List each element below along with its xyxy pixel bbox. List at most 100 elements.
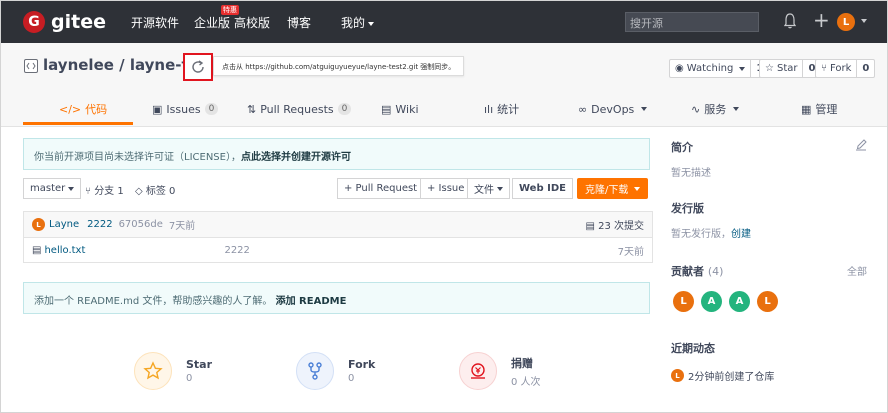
tab-code-label: 代码 bbox=[85, 103, 108, 116]
file-name[interactable]: hello.txt bbox=[44, 245, 224, 256]
intro-text: 暂无描述 bbox=[671, 168, 711, 179]
chevron-down-icon bbox=[634, 186, 641, 191]
tab-stats[interactable]: ılı 统计 bbox=[484, 93, 519, 125]
tab-pull-requests[interactable]: ⇅ Pull Requests 0 bbox=[247, 93, 352, 125]
nav-open-source[interactable]: 开源软件 bbox=[131, 14, 179, 31]
nav-education[interactable]: 高校版 bbox=[234, 14, 270, 31]
donate-stat-icon bbox=[459, 352, 497, 390]
nav-blog[interactable]: 博客 bbox=[287, 14, 311, 31]
branch-icon: ⑂ bbox=[85, 186, 95, 197]
file-commit-message[interactable]: 2222 bbox=[224, 245, 249, 256]
tab-stats-label: 统计 bbox=[497, 103, 520, 116]
sync-icon bbox=[192, 60, 204, 73]
commit-total-label: 23 次提交 bbox=[598, 221, 644, 232]
donate-stat-value: 0 人次 bbox=[511, 376, 541, 388]
star-label: Star bbox=[776, 63, 798, 74]
activity-item: L 2分钟前创建了仓库 bbox=[671, 368, 774, 383]
license-text: 你当前开源项目尚未选择许可证（LICENSE）， bbox=[34, 152, 241, 163]
readme-notice: 添加一个 README.md 文件，帮助感兴趣的人了解。 添加 README bbox=[23, 282, 650, 314]
bell-icon[interactable] bbox=[784, 13, 796, 29]
latest-commit-row: L Layne 2222 67056de 7天前 ▤ 23 次提交 bbox=[24, 212, 652, 238]
branch-select[interactable]: master bbox=[23, 178, 82, 199]
tab-manage[interactable]: ▦ 管理 bbox=[801, 93, 837, 125]
commit-hash[interactable]: 67056de bbox=[119, 219, 163, 230]
license-link[interactable]: 点此选择并创建开源许可 bbox=[241, 152, 351, 163]
activity-avatar[interactable]: L bbox=[671, 369, 684, 382]
star-stat[interactable]: Star 0 bbox=[134, 351, 212, 391]
tab-wiki-label: Wiki bbox=[395, 102, 419, 116]
donate-stat[interactable]: 捐赠 0 人次 bbox=[459, 351, 541, 391]
clone-download-label: 克隆/下载 bbox=[585, 185, 629, 196]
intro-title: 简介 bbox=[671, 141, 693, 154]
commit-time: 7天前 bbox=[168, 221, 196, 232]
pull-request-icon: ⇅ bbox=[247, 102, 257, 116]
commit-message[interactable]: 2222 bbox=[87, 219, 112, 230]
chevron-down-icon bbox=[739, 66, 746, 71]
contributor-avatar[interactable]: A bbox=[701, 291, 722, 312]
tab-wiki[interactable]: ▤ Wiki bbox=[381, 93, 419, 125]
star-button[interactable]: ☆ Star 0 bbox=[759, 59, 822, 78]
clone-download-button[interactable]: 克隆/下载 bbox=[577, 178, 649, 199]
watching-button[interactable]: ◉Watching 1 bbox=[669, 59, 770, 78]
tab-issues[interactable]: ▣ Issues 0 bbox=[152, 93, 219, 125]
new-pull-request-button[interactable]: + Pull Request bbox=[337, 178, 425, 199]
chevron-down-icon bbox=[497, 186, 503, 191]
pulse-icon: ∿ bbox=[691, 102, 701, 116]
readme-text: 添加一个 README.md 文件，帮助感兴趣的人了解。 bbox=[34, 296, 273, 307]
fork-stat-title: Fork bbox=[348, 358, 376, 371]
eye-icon: ◉ bbox=[675, 63, 684, 74]
tab-devops[interactable]: ∞ DevOps bbox=[578, 93, 648, 125]
tags-link[interactable]: ◇ 标签 0 bbox=[135, 182, 175, 197]
plus-icon[interactable]: + bbox=[813, 10, 830, 30]
commit-total[interactable]: ▤ 23 次提交 bbox=[585, 217, 644, 232]
star-stat-value: 0 bbox=[186, 373, 193, 384]
web-ide-button[interactable]: Web IDE bbox=[512, 178, 573, 199]
chevron-down-icon bbox=[368, 21, 375, 26]
search-input[interactable]: 搜开源 bbox=[625, 12, 759, 32]
nav-mine[interactable]: 我的 bbox=[341, 14, 375, 31]
fork-stat[interactable]: Fork 0 bbox=[296, 351, 375, 391]
manage-icon: ▦ bbox=[801, 102, 812, 116]
code-icon: </> bbox=[59, 102, 82, 116]
contributors-title-label: 贡献者 bbox=[671, 265, 704, 278]
watching-label: Watching bbox=[686, 63, 734, 74]
fork-count: 0 bbox=[856, 60, 874, 77]
fork-button[interactable]: ⑂ Fork 0 bbox=[815, 59, 876, 78]
donate-stat-title: 捐赠 bbox=[511, 356, 533, 370]
create-release-link[interactable]: 创建 bbox=[731, 229, 751, 240]
release-empty-text: 暂无发行版， bbox=[671, 229, 731, 240]
avatar-chevron-down-icon[interactable] bbox=[861, 19, 867, 23]
repo-header: laynelee / layne-test2 点击从 https://githu… bbox=[1, 43, 887, 127]
add-readme-link[interactable]: 添加 README bbox=[276, 296, 347, 307]
file-menu-button[interactable]: 文件 bbox=[467, 178, 510, 199]
tab-services[interactable]: ∿ 服务 bbox=[691, 93, 740, 125]
chevron-down-icon bbox=[733, 107, 740, 111]
commit-author-avatar[interactable]: L bbox=[32, 218, 45, 231]
tab-code[interactable]: </> 代码 bbox=[59, 93, 107, 125]
file-row: ▤ hello.txt 2222 7天前 bbox=[24, 238, 652, 263]
contributors-all-link[interactable]: 全部 bbox=[847, 263, 867, 278]
contributor-avatar[interactable]: L bbox=[673, 291, 694, 312]
repo-tabs: </> 代码 ▣ Issues 0 ⇅ Pull Requests 0 ▤ Wiki ılı… bbox=[1, 93, 887, 125]
gitee-logo[interactable]: G gitee bbox=[23, 10, 106, 34]
chevron-down-icon bbox=[641, 107, 648, 111]
logo-text: gitee bbox=[51, 11, 106, 33]
star-icon: ☆ bbox=[765, 63, 774, 74]
tab-devops-label: DevOps bbox=[591, 102, 635, 116]
edit-icon[interactable] bbox=[855, 139, 867, 151]
gitee-repo-page: G gitee 开源软件 企业版 特惠 高校版 博客 我的 搜开源 + L la… bbox=[0, 0, 888, 413]
nav-enterprise[interactable]: 企业版 bbox=[194, 14, 230, 31]
contributor-avatar[interactable]: A bbox=[729, 291, 750, 312]
tags-label: 标签 0 bbox=[145, 186, 176, 197]
branches-link[interactable]: ⑂ 分支 1 bbox=[85, 182, 124, 197]
tab-manage-label: 管理 bbox=[815, 103, 838, 116]
sync-button[interactable] bbox=[183, 53, 213, 81]
contributors-count: (4) bbox=[707, 265, 724, 278]
user-avatar[interactable]: L bbox=[837, 13, 855, 31]
new-issue-button[interactable]: + Issue bbox=[420, 178, 472, 199]
commit-author[interactable]: Layne bbox=[49, 219, 79, 230]
contributor-avatar[interactable]: L bbox=[757, 291, 778, 312]
license-notice: 你当前开源项目尚未选择许可证（LICENSE），点此选择并创建开源许可 bbox=[23, 138, 650, 170]
contributors-title: 贡献者 (4) bbox=[671, 263, 723, 279]
logo-icon: G bbox=[23, 11, 45, 33]
